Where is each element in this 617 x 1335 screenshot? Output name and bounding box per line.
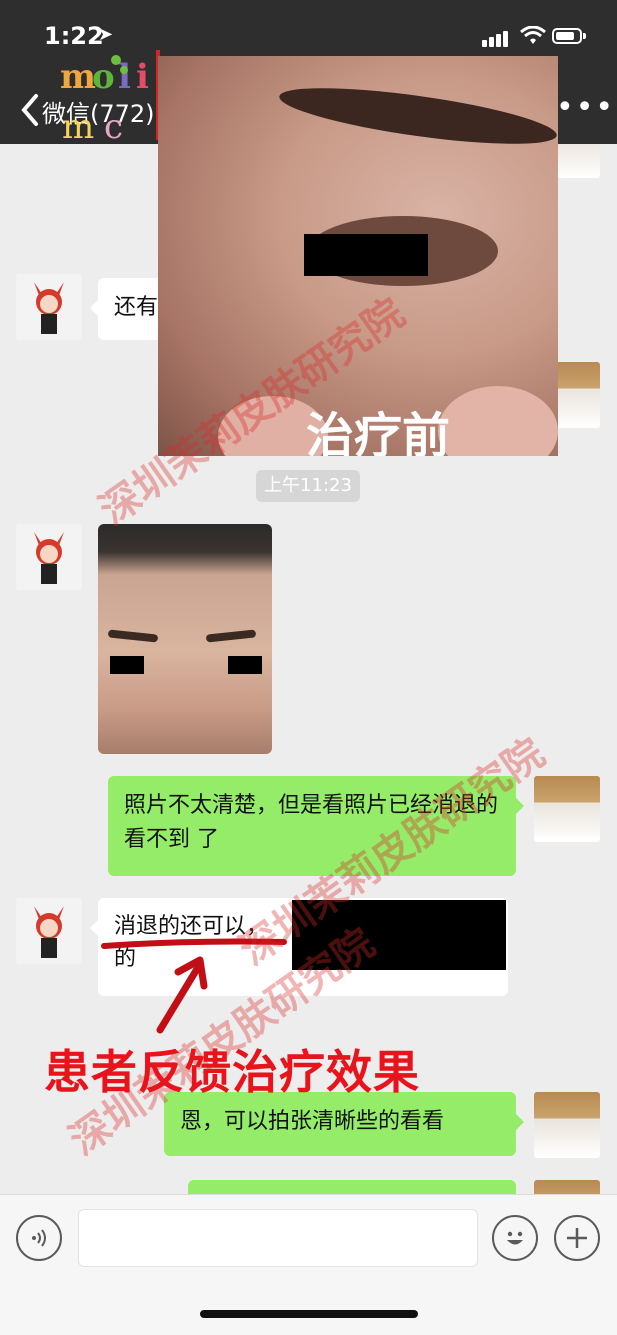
add-attachment-button[interactable] xyxy=(554,1215,600,1261)
before-treatment-photo: 治疗前 xyxy=(158,56,558,456)
home-indicator xyxy=(200,1310,418,1318)
message-text: 还有 xyxy=(114,295,159,320)
message-input[interactable] xyxy=(78,1209,478,1267)
doctor-avatar[interactable] xyxy=(534,1092,600,1158)
svg-text:i: i xyxy=(136,57,149,97)
patient-avatar[interactable] xyxy=(16,524,82,590)
battery-icon xyxy=(552,28,586,44)
redaction-box xyxy=(228,656,262,674)
redaction-box xyxy=(304,234,428,276)
location-arrow-icon: ➤ xyxy=(98,24,114,45)
message-bubble[interactable]: 照片不太清楚，但是看照片已经消退的看不到 了 xyxy=(108,776,524,876)
plus-icon xyxy=(567,1228,587,1248)
annotation-arrow xyxy=(101,938,287,1034)
timestamp: 上午11:23 xyxy=(256,470,360,502)
svg-text:m: m xyxy=(60,57,96,97)
more-options-button[interactable]: ••• xyxy=(556,93,615,123)
patient-face-photo[interactable] xyxy=(98,524,272,754)
svg-text:m: m xyxy=(62,107,94,146)
doctor-avatar[interactable] xyxy=(534,1180,600,1194)
before-treatment-caption: 治疗前 xyxy=(306,408,451,456)
patient-avatar[interactable] xyxy=(16,898,82,964)
feedback-annotation-label: 患者反馈治疗效果 xyxy=(44,1045,420,1099)
message-bubble[interactable] xyxy=(188,1180,516,1194)
wifi-icon xyxy=(520,26,546,44)
patient-avatar[interactable] xyxy=(16,274,82,340)
emoji-button[interactable] xyxy=(492,1215,538,1261)
message-text: 照片不太清楚，但是看照片已经消退的看不到 了 xyxy=(124,793,499,852)
voice-input-button[interactable] xyxy=(16,1215,62,1261)
voice-icon xyxy=(32,1229,46,1247)
svg-text:o: o xyxy=(92,57,115,97)
redaction-box xyxy=(292,900,506,970)
cellular-signal-icon xyxy=(482,28,510,47)
emoji-icon xyxy=(507,1231,523,1245)
svg-text:c: c xyxy=(104,107,123,146)
doctor-avatar[interactable] xyxy=(534,776,600,842)
redaction-box xyxy=(110,656,144,674)
message-text: 恩，可以拍张清晰些的看看 xyxy=(180,1109,445,1134)
